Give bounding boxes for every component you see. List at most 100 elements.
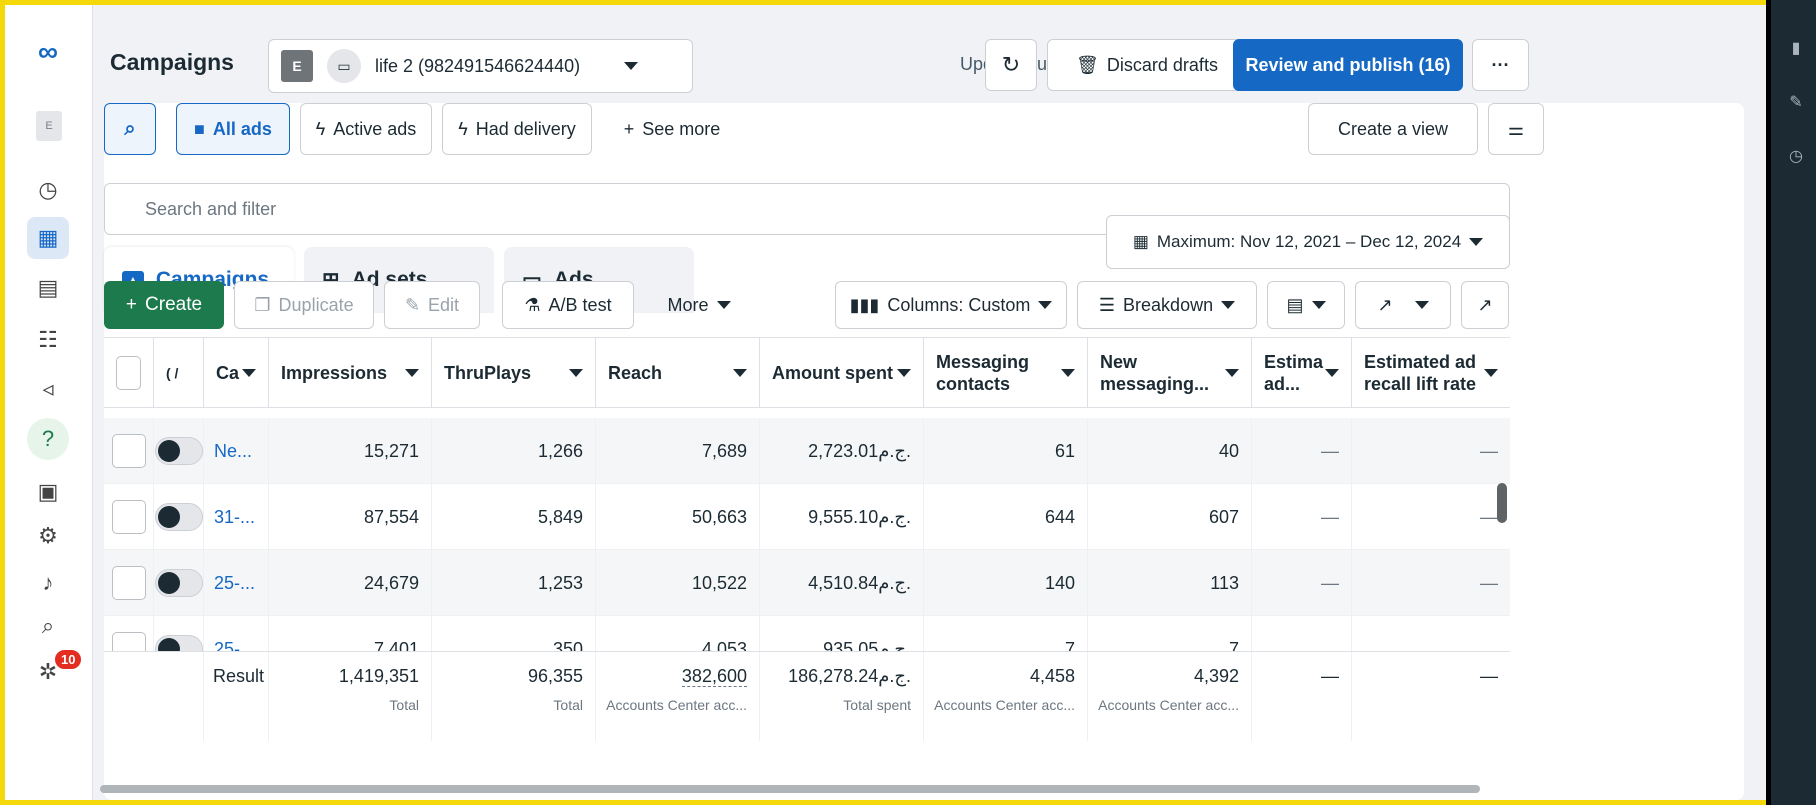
row-checkbox[interactable] xyxy=(111,500,146,534)
campaign-header[interactable]: Ca xyxy=(204,338,269,408)
bar-chart-icon[interactable]: ▮ xyxy=(1785,38,1807,60)
table-row[interactable]: 31-... 87,554 5,849 50,663 9,555.10ج.م. … xyxy=(104,484,1510,550)
export-button[interactable]: ↗ xyxy=(1355,281,1451,329)
total-impressions: 1,419,351 xyxy=(338,666,419,686)
campaign-header-label: Ca xyxy=(216,362,240,383)
new-messaging-cell: 113 xyxy=(1088,550,1252,616)
columns-label: Columns: Custom xyxy=(887,294,1031,315)
total-thruplays: 96,355 xyxy=(527,666,583,686)
row-toggle-cell xyxy=(154,484,204,550)
refresh-button[interactable]: ↻ xyxy=(985,39,1037,91)
had-delivery-label: Had delivery xyxy=(475,118,576,139)
discard-drafts-button[interactable]: 🗑 Discard drafts xyxy=(1047,39,1247,91)
new-messaging-header-line1: New xyxy=(1100,352,1138,372)
search-toggle-button[interactable]: ⌕ xyxy=(104,103,156,155)
off-on-header[interactable]: ( / xyxy=(154,338,204,408)
recall-lift-header[interactable]: Estimated ad recall lift rate xyxy=(1352,338,1510,408)
footer-impressions: 1,419,351 Total xyxy=(269,652,432,741)
chevron-down-icon xyxy=(1414,301,1429,309)
account-avatar[interactable]: E xyxy=(36,111,62,141)
more-options-button[interactable]: ··· xyxy=(1472,39,1529,91)
dashboard-gauge-icon[interactable]: ◷ xyxy=(27,169,69,211)
duplicate-button[interactable]: ❐ Duplicate xyxy=(234,281,374,329)
reach-header[interactable]: Reach xyxy=(596,338,760,408)
page-title: Campaigns xyxy=(110,49,234,75)
reports-button[interactable]: ▤ xyxy=(1267,281,1345,329)
amount-cell: 4,510.84ج.م. xyxy=(760,550,924,616)
see-more-button[interactable]: + See more xyxy=(602,103,742,155)
notifications-bell-icon[interactable]: ♪ xyxy=(27,562,69,604)
reach-cell: 7,689 xyxy=(596,418,760,484)
footer-estimated: — xyxy=(1252,652,1352,741)
campaign-name-link[interactable]: Ne... xyxy=(204,418,269,484)
edit-label: Edit xyxy=(428,294,460,315)
estimated-ad-header[interactable]: Estima ad... xyxy=(1252,338,1352,408)
campaigns-table-icon[interactable]: ▦ xyxy=(27,217,69,259)
chevron-down-icon xyxy=(1311,301,1326,309)
total-messaging-sub: Accounts Center acc... xyxy=(934,697,1075,713)
table-row[interactable]: Ne... 15,271 1,266 7,689 2,723.01ج.م. 61… xyxy=(104,418,1510,484)
footer-new-messaging: 4,392 Accounts Center acc... xyxy=(1088,652,1252,741)
campaign-name-link[interactable]: 31-... xyxy=(204,484,269,550)
all-ads-filter[interactable]: ■ All ads xyxy=(176,103,290,155)
sort-icon xyxy=(897,369,911,377)
pages-icon[interactable]: ▤ xyxy=(27,267,69,309)
pencil-icon[interactable]: ✎ xyxy=(1785,92,1807,114)
search-icon: ⌕ xyxy=(124,117,136,140)
amount-cell: 9,555.10ج.م. xyxy=(760,484,924,550)
campaign-name-link[interactable]: 25-... xyxy=(204,550,269,616)
bug-report-icon[interactable]: ✲ xyxy=(27,651,69,693)
chevron-down-icon xyxy=(1221,301,1236,309)
row-checkbox-cell xyxy=(104,550,154,616)
had-delivery-filter[interactable]: ϟ Had delivery xyxy=(442,103,592,155)
horizontal-scrollbar[interactable] xyxy=(100,785,1480,793)
ab-test-button[interactable]: ⚗ A/B test xyxy=(502,281,634,329)
on-off-toggle[interactable] xyxy=(154,503,203,531)
date-range-label: Maximum: Nov 12, 2021 – Dec 12, 2024 xyxy=(1156,232,1462,251)
messaging-contacts-header[interactable]: Messaging contacts xyxy=(924,338,1088,408)
sort-icon xyxy=(569,369,583,377)
search-icon[interactable]: ⌕ xyxy=(27,605,69,647)
on-off-toggle[interactable] xyxy=(154,569,203,597)
date-range-selector[interactable]: ▦ Maximum: Nov 12, 2021 – Dec 12, 2024 xyxy=(1106,215,1510,269)
select-all-checkbox[interactable] xyxy=(116,356,141,390)
advertise-megaphone-icon[interactable]: ◃ xyxy=(27,368,69,410)
impressions-header-label: Impressions xyxy=(281,362,388,383)
settings-gear-icon[interactable]: ⚙ xyxy=(27,515,69,557)
messaging-header-line1: Messaging xyxy=(936,352,1030,372)
chart-icon: ↗ xyxy=(1477,294,1493,315)
meta-logo-icon[interactable]: ∞ xyxy=(27,31,69,73)
view-settings-button[interactable]: ⚌ xyxy=(1488,103,1544,155)
account-selector[interactable]: E ▭ life 2 (982491546624440) xyxy=(268,39,693,93)
help-icon[interactable]: ? xyxy=(27,418,69,460)
thruplays-header[interactable]: ThruPlays xyxy=(432,338,596,408)
trash-icon: 🗑 xyxy=(1076,54,1099,75)
on-off-toggle[interactable] xyxy=(154,437,203,465)
create-view-button[interactable]: Create a view xyxy=(1308,103,1478,155)
account-overview-icon[interactable]: ▣ xyxy=(27,471,69,513)
clock-icon[interactable]: ◷ xyxy=(1785,146,1807,168)
amount-spent-header[interactable]: Amount spent xyxy=(760,338,924,408)
charts-button[interactable]: ↗ xyxy=(1461,281,1509,329)
sort-icon xyxy=(242,369,256,377)
create-button[interactable]: + Create xyxy=(104,281,224,329)
impressions-header[interactable]: Impressions xyxy=(269,338,432,408)
new-messaging-header[interactable]: New messaging... xyxy=(1088,338,1252,408)
table-row[interactable]: 25-... 24,679 1,253 10,522 4,510.84ج.م. … xyxy=(104,550,1510,616)
breakdown-selector[interactable]: ☰ Breakdown xyxy=(1077,281,1257,329)
row-checkbox[interactable] xyxy=(111,434,146,468)
vertical-scrollbar[interactable] xyxy=(1497,483,1507,523)
ab-test-label: A/B test xyxy=(548,294,612,315)
new-messaging-cell: 40 xyxy=(1088,418,1252,484)
review-publish-button[interactable]: Review and publish (16) xyxy=(1233,39,1463,91)
columns-selector[interactable]: ▮▮▮ Columns: Custom xyxy=(835,281,1067,329)
all-ads-label: All ads xyxy=(212,118,272,139)
active-ads-filter[interactable]: ϟ Active ads xyxy=(300,103,432,155)
total-reach[interactable]: 382,600 xyxy=(681,666,747,687)
row-checkbox[interactable] xyxy=(111,566,146,600)
audiences-icon[interactable]: ☷ xyxy=(27,319,69,361)
more-actions-button[interactable]: More xyxy=(644,281,754,329)
recall-header-line2: recall lift rate xyxy=(1364,374,1477,394)
account-initial: E xyxy=(281,50,313,82)
edit-button[interactable]: ✎ Edit xyxy=(384,281,480,329)
